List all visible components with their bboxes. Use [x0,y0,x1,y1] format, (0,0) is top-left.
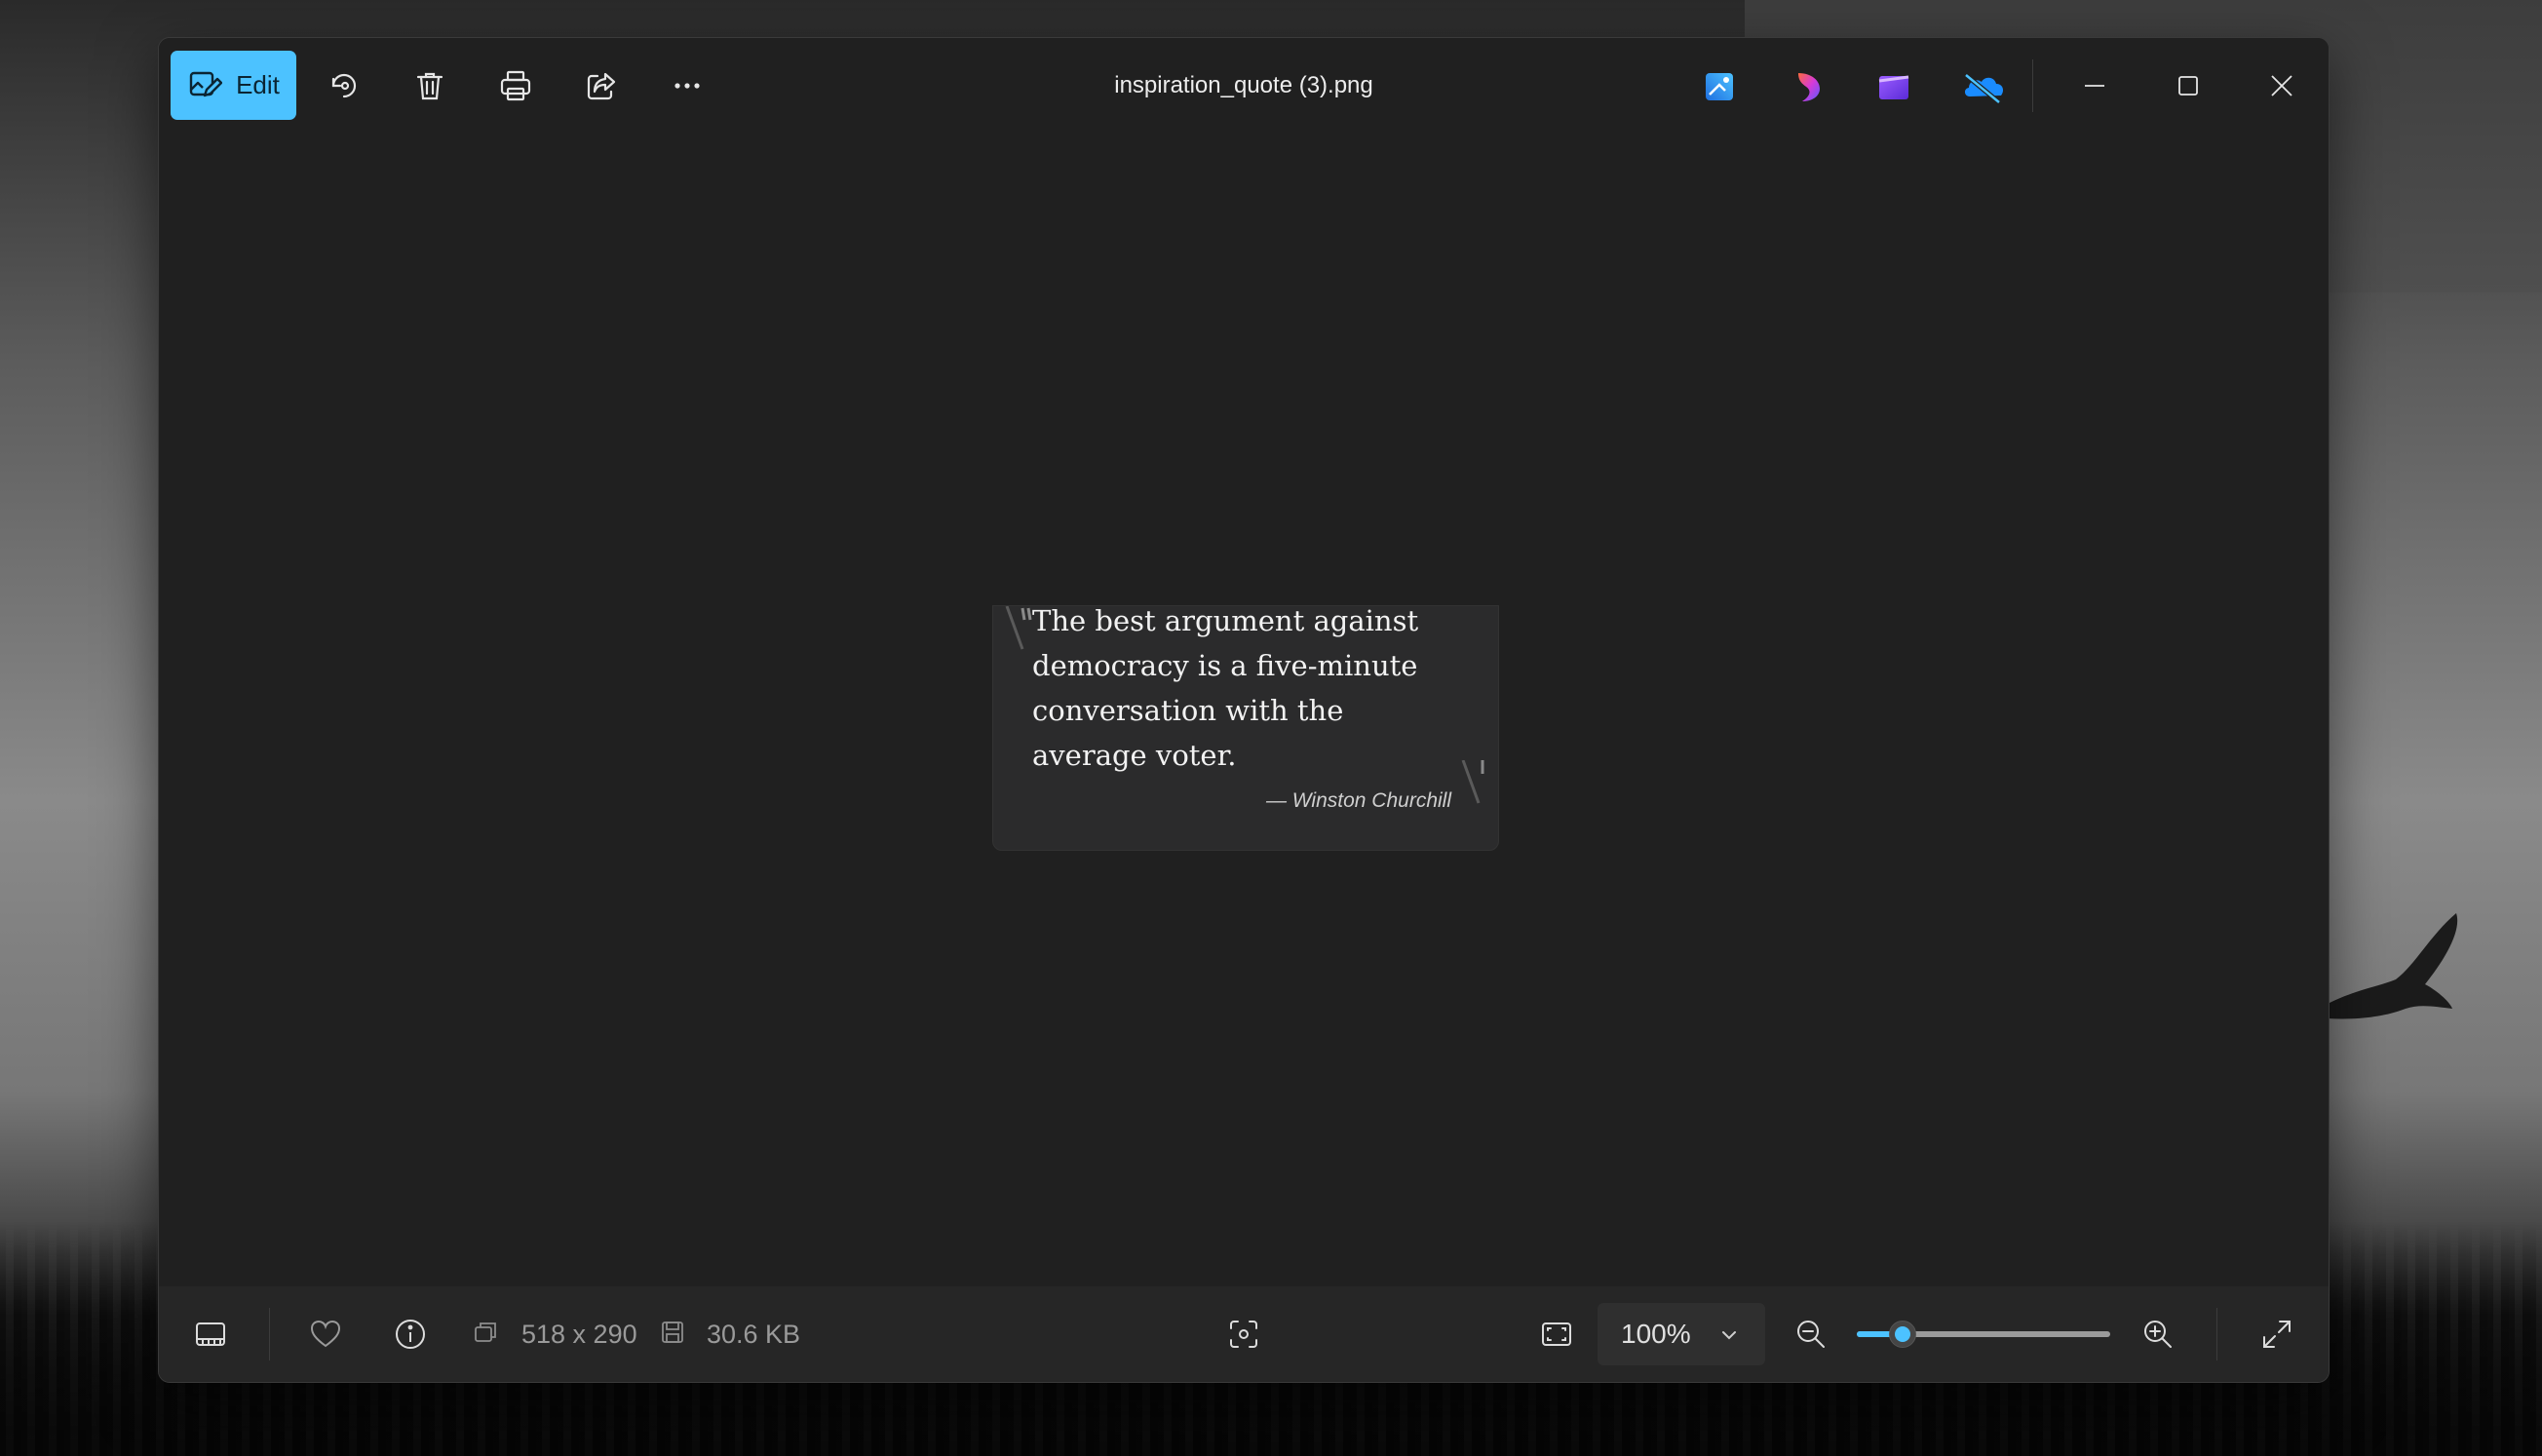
fit-to-window-icon [1542,1322,1571,1346]
edit-button[interactable]: Edit [171,51,296,120]
rotate-button[interactable] [309,51,379,121]
copilot-app-icon[interactable] [1789,67,1828,106]
image-creator-app-icon[interactable] [1700,67,1739,106]
zoom-in-icon [2144,1321,2172,1348]
more-icon [674,83,700,89]
visual-search-button[interactable] [1220,1311,1267,1358]
quote-text: The best argument against democracy is a… [1032,604,1419,772]
share-icon [587,72,616,100]
maximize-icon [2178,76,2198,96]
zoom-level-value: 100% [1621,1319,1691,1349]
edit-button-label: Edit [236,70,280,99]
info-icon [396,1320,425,1349]
file-size: 30.6 KB [707,1320,801,1349]
zoom-in-button[interactable] [2135,1311,2181,1358]
share-button[interactable] [566,51,636,121]
zoom-out-button[interactable] [1788,1311,1834,1358]
file-size-icon [662,1322,683,1343]
dimensions-icon [475,1322,496,1342]
delete-icon [416,72,443,100]
more-options-button[interactable] [652,51,722,121]
rotate-icon [331,73,357,98]
clipchamp-app-icon[interactable] [1874,67,1913,106]
full-screen-button[interactable] [2253,1311,2300,1358]
minimize-button[interactable] [2064,56,2125,116]
fit-to-window-button[interactable] [1533,1311,1580,1358]
chevron-down-icon [1722,1331,1736,1340]
zoom-level-dropdown[interactable]: 100% [1598,1303,1765,1365]
edit-image-icon [189,71,223,96]
quote-author: — Winston Churchill [1265,789,1451,812]
image-dimensions: 518 x 290 [521,1320,637,1349]
favorite-button[interactable] [302,1311,349,1358]
bottom-bar: 518 x 290 30.6 KB 100% [159,1286,2329,1382]
close-icon [2271,75,2292,96]
print-icon [500,70,531,101]
delete-button[interactable] [395,51,465,121]
zoom-slider[interactable] [1857,1321,2110,1348]
title-bar: Edit inspiration_quote (3).png [159,38,2329,134]
file-info-button[interactable] [387,1311,434,1358]
zoom-out-icon [1797,1321,1825,1348]
zoom-slider-thumb[interactable] [1889,1321,1916,1348]
displayed-image: The best argument against democracy is a… [992,604,1499,851]
visual-search-icon [1230,1321,1257,1348]
bottombar-divider [269,1308,270,1360]
image-canvas[interactable]: The best argument against democracy is a… [159,134,2329,1286]
expand-icon [2263,1321,2291,1348]
close-button[interactable] [2252,56,2312,116]
heart-icon [310,1320,341,1348]
quote-mark-decoration-end [1461,760,1484,804]
onedrive-app-icon[interactable] [1960,67,2007,106]
titlebar-divider [2032,59,2033,112]
print-button[interactable] [481,51,551,121]
filmstrip-button[interactable] [187,1311,234,1358]
bird-silhouette [2328,913,2458,1019]
bottombar-divider-right [2216,1308,2217,1360]
photos-app-window: Edit inspiration_quote (3).png The best … [158,37,2330,1383]
maximize-button[interactable] [2158,56,2218,116]
filmstrip-icon [196,1322,225,1346]
minimize-icon [2085,85,2104,87]
